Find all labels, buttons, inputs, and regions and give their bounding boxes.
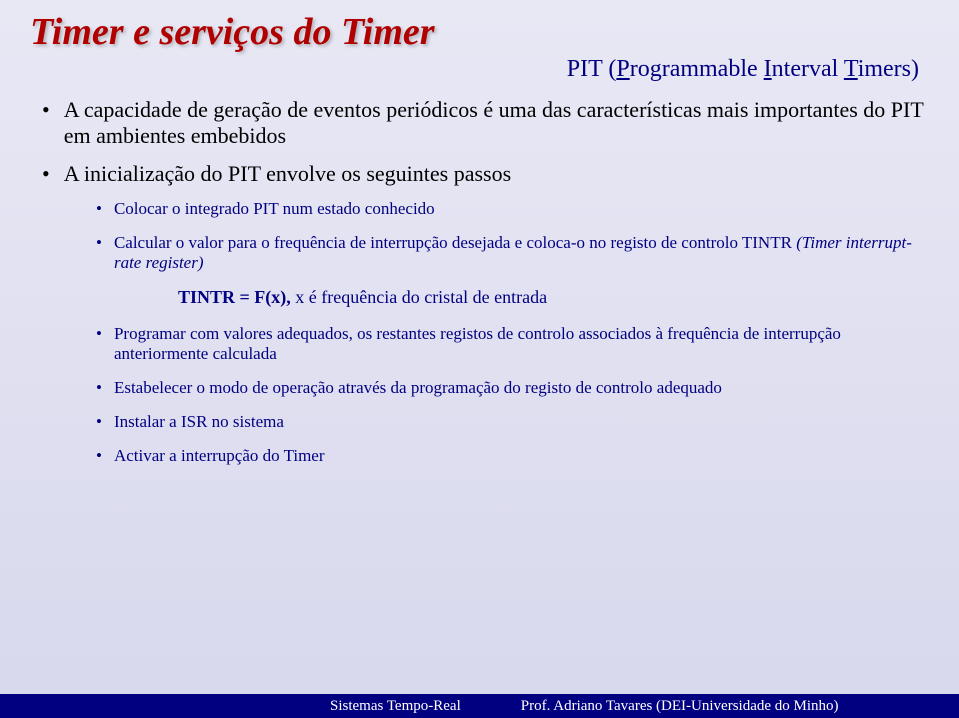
bullet-icon: • [96, 324, 102, 364]
bullet-text: Programar com valores adequados, os rest… [114, 324, 929, 364]
bullet-icon: • [96, 199, 102, 219]
bullet-level2: • Activar a interrupção do Timer [96, 446, 929, 466]
footer: Sistemas Tempo-Real Prof. Adriano Tavare… [0, 694, 959, 718]
bullet-icon: • [96, 446, 102, 466]
bullet-level1: • A inicialização do PIT envolve os segu… [38, 161, 929, 187]
bullet-icon: • [96, 233, 102, 273]
bullet-icon: • [96, 412, 102, 432]
bullet-text: Colocar o integrado PIT num estado conhe… [114, 199, 435, 219]
bullet-level2: • Instalar a ISR no sistema [96, 412, 929, 432]
bullet-level2: • Colocar o integrado PIT num estado con… [96, 199, 929, 219]
subtitle-i: I [764, 56, 772, 82]
formula-bold: TINTR = F(x), [178, 287, 291, 307]
bullet-level2: • Calcular o valor para o frequência de … [96, 233, 929, 273]
bullet-level1: • A capacidade de geração de eventos per… [38, 97, 929, 149]
subtitle-t: T [844, 56, 858, 82]
bullet-text: Estabelecer o modo de operação através d… [114, 378, 722, 398]
slide-title: Timer e serviços do Timer [30, 10, 929, 54]
subtitle-prefix: PIT ( [567, 56, 617, 82]
bullet-text: Activar a interrupção do Timer [114, 446, 325, 466]
bullet-text-1: Calcular o valor para o frequência de in… [114, 233, 796, 252]
bullet-level2: • Estabelecer o modo de operação através… [96, 378, 929, 398]
formula-rest: x é frequência do cristal de entrada [291, 287, 547, 307]
slide-subtitle: PIT (Programmable Interval Timers) [30, 56, 919, 83]
bullet-text: Instalar a ISR no sistema [114, 412, 284, 432]
subtitle-mid1: rogrammable [630, 56, 764, 82]
bullet-level2: • Programar com valores adequados, os re… [96, 324, 929, 364]
bullet-text: A capacidade de geração de eventos perió… [64, 97, 929, 149]
bullet-icon: • [96, 378, 102, 398]
footer-right: Prof. Adriano Tavares (DEI-Universidade … [521, 698, 839, 715]
formula: TINTR = F(x), x é frequência do cristal … [178, 287, 929, 308]
subtitle-p: P [616, 56, 629, 82]
footer-left: Sistemas Tempo-Real [330, 698, 461, 715]
slide: Timer e serviços do Timer PIT (Programma… [0, 0, 959, 718]
bullet-icon: • [42, 161, 50, 187]
content: • A capacidade de geração de eventos per… [38, 97, 929, 466]
bullet-text: A inicialização do PIT envolve os seguin… [64, 161, 511, 187]
subtitle-end: imers) [858, 56, 919, 82]
subtitle-mid2: nterval [772, 56, 844, 82]
bullet-icon: • [42, 97, 50, 149]
